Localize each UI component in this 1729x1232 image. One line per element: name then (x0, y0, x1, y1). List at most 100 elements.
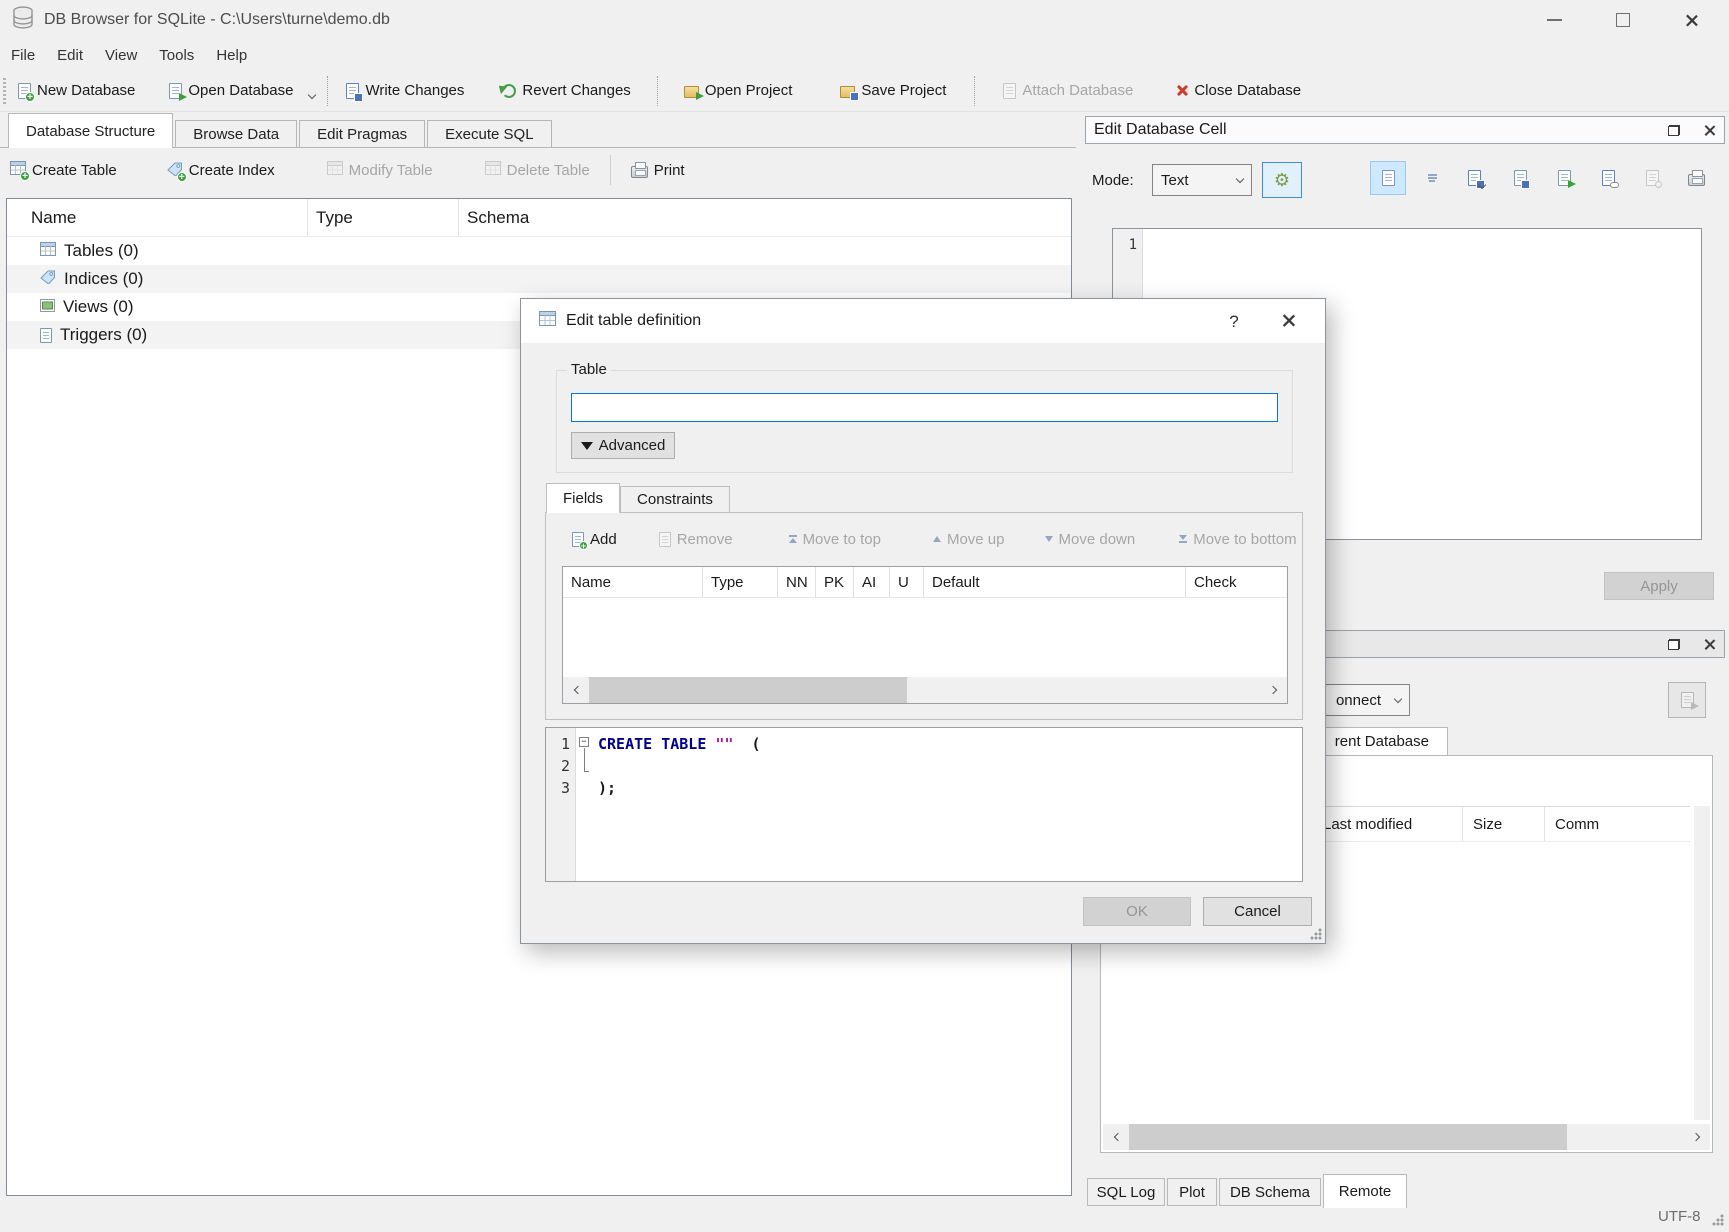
tab-execute-sql[interactable]: Execute SQL (427, 120, 551, 148)
dock-close-icon[interactable] (1704, 124, 1716, 136)
import-data-button[interactable] (1458, 161, 1494, 195)
grid-column-ai[interactable]: AI (854, 567, 890, 597)
scrollbar-thumb[interactable] (1129, 1124, 1567, 1150)
word-wrap-button[interactable] (1414, 161, 1450, 195)
new-database-button[interactable]: + New Database (12, 78, 141, 103)
tab-sql-log[interactable]: SQL Log (1087, 1178, 1165, 1206)
scroll-right-icon[interactable] (1684, 1124, 1710, 1150)
sql-preview[interactable]: 1 2 3 − CREATE TABLE "" ( ); (545, 727, 1303, 882)
apply-data-button[interactable] (1546, 161, 1582, 195)
tab-browse-data[interactable]: Browse Data (175, 120, 297, 148)
move-top-icon (789, 535, 797, 543)
maximize-button[interactable] (1603, 6, 1643, 34)
menu-file[interactable]: File (0, 47, 46, 64)
move-up-button: Move up (933, 531, 1005, 548)
add-icon: + (572, 532, 584, 547)
write-changes-button[interactable]: Write Changes (340, 78, 470, 103)
word-wrap-settings-button[interactable]: ⚙ (1262, 162, 1302, 198)
move-up-icon (933, 536, 941, 542)
link-icon (1602, 170, 1615, 186)
open-in-app-button[interactable] (1590, 161, 1626, 195)
open-project-button[interactable]: Open Project (678, 78, 799, 103)
word-wrap-icon (1428, 174, 1437, 182)
scroll-right-icon[interactable] (1261, 677, 1287, 703)
tag-icon (40, 269, 56, 289)
fold-collapse-icon[interactable]: − (579, 737, 589, 747)
fields-grid: Name Type NN PK AI U Default Check (562, 566, 1288, 704)
remote-vertical-scrollbar[interactable] (1694, 806, 1710, 1120)
remote-horizontal-scrollbar[interactable] (1103, 1124, 1710, 1150)
table-name-input[interactable] (571, 393, 1278, 422)
menu-view[interactable]: View (94, 47, 148, 64)
create-index-button[interactable]: + Create Index (161, 157, 281, 184)
menu-edit[interactable]: Edit (46, 47, 94, 64)
apply-data-icon (1558, 170, 1571, 186)
dialog-help-button[interactable]: ? (1217, 309, 1251, 335)
scroll-left-icon[interactable] (563, 677, 589, 703)
fields-grid-scrollbar[interactable] (563, 677, 1287, 703)
tab-constraints[interactable]: Constraints (620, 486, 730, 513)
move-down-button: Move down (1045, 531, 1136, 548)
mode-select[interactable]: Text (1152, 164, 1252, 196)
dock-float-icon[interactable] (1668, 125, 1680, 136)
ok-button: OK (1083, 897, 1191, 926)
apply-button: Apply (1604, 572, 1714, 600)
grid-column-nn[interactable]: NN (778, 567, 816, 597)
cancel-button[interactable]: Cancel (1203, 897, 1312, 926)
tab-database-structure[interactable]: Database Structure (8, 113, 173, 148)
grid-column-u[interactable]: U (890, 567, 924, 597)
save-project-icon (840, 86, 855, 98)
create-table-button[interactable]: + Create Table (4, 157, 123, 183)
grid-column-pk[interactable]: PK (816, 567, 854, 597)
menu-tools[interactable]: Tools (148, 47, 205, 64)
column-commit[interactable]: Comm (1544, 807, 1690, 841)
remove-icon (659, 532, 671, 547)
tree-row-indices[interactable]: Indices (0) (7, 265, 1071, 293)
tree-column-type[interactable]: Type (308, 199, 459, 236)
close-database-button[interactable]: Close Database (1169, 78, 1307, 103)
scrollbar-thumb[interactable] (589, 677, 907, 703)
dialog-resize-grip[interactable] (1310, 928, 1322, 940)
sql-line-number: 1 (546, 733, 570, 755)
save-project-button[interactable]: Save Project (834, 78, 952, 103)
close-button[interactable] (1672, 6, 1712, 34)
attach-database-icon (1003, 83, 1016, 99)
print-cell-button[interactable] (1678, 161, 1714, 195)
dock-close-icon[interactable] (1704, 638, 1716, 650)
revert-changes-button[interactable]: Revert Changes (496, 78, 636, 103)
main-toolbar: + New Database Open Database Write Chang… (0, 70, 1729, 112)
open-database-button[interactable]: Open Database (163, 78, 299, 103)
grid-column-name[interactable]: Name (563, 567, 703, 597)
column-size[interactable]: Size (1462, 807, 1544, 841)
advanced-button[interactable]: Advanced (571, 432, 675, 459)
export-data-button[interactable] (1502, 161, 1538, 195)
encoding-status[interactable]: UTF-8 (1658, 1208, 1701, 1225)
dialog-title: Edit table definition (566, 312, 701, 330)
tab-fields[interactable]: Fields (546, 483, 620, 513)
tree-row-tables[interactable]: Tables (0) (7, 237, 1071, 265)
print-button[interactable]: Print (625, 158, 691, 183)
window-resize-grip[interactable] (1712, 1214, 1724, 1226)
menu-help[interactable]: Help (205, 47, 258, 64)
dock-float-icon[interactable] (1668, 639, 1680, 650)
sql-code-line-3: ); (598, 777, 616, 799)
main-tab-strip: Database Structure Browse Data Edit Prag… (8, 113, 554, 148)
dialog-close-button[interactable] (1283, 313, 1295, 330)
grid-column-default[interactable]: Default (924, 567, 1186, 597)
scroll-left-icon[interactable] (1103, 1124, 1129, 1150)
grid-column-type[interactable]: Type (703, 567, 778, 597)
minimize-button[interactable] (1534, 6, 1574, 34)
add-field-button[interactable]: + Add (572, 531, 617, 548)
text-mode-button[interactable] (1370, 161, 1406, 195)
tree-column-schema[interactable]: Schema (459, 199, 1071, 236)
column-last-modified[interactable]: Last modified (1312, 807, 1462, 841)
tree-column-name[interactable]: Name (7, 199, 308, 236)
toolbar-handle[interactable] (3, 78, 6, 104)
open-database-dropdown-icon[interactable] (308, 90, 316, 98)
tab-edit-pragmas[interactable]: Edit Pragmas (299, 120, 425, 148)
tab-db-schema[interactable]: DB Schema (1219, 1178, 1321, 1206)
fold-margin[interactable]: − (576, 728, 592, 881)
grid-column-check[interactable]: Check (1186, 567, 1287, 597)
tab-remote[interactable]: Remote (1323, 1174, 1407, 1208)
tab-plot[interactable]: Plot (1167, 1178, 1217, 1206)
